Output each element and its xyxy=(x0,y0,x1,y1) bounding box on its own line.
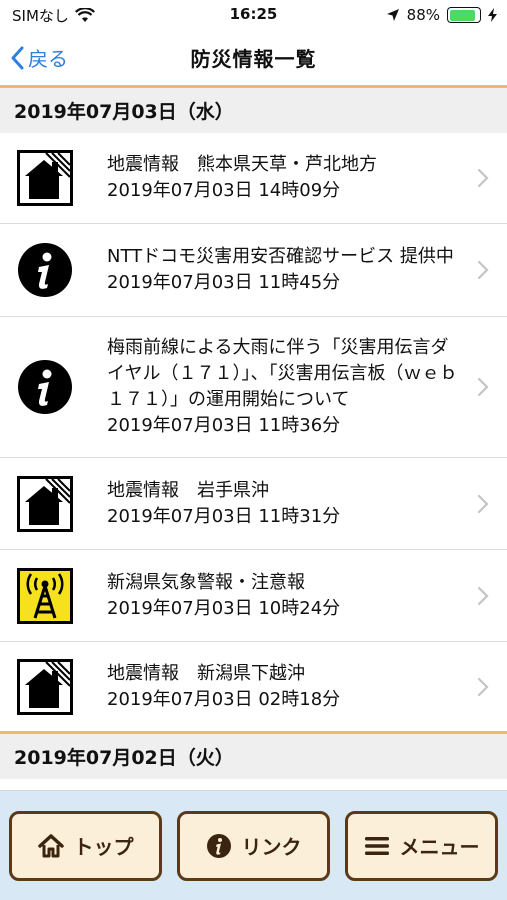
chevron-right-icon xyxy=(477,260,489,280)
list-item-text: 新潟県気象警報・注意報 2019年07月03日 10時24分 xyxy=(107,570,507,622)
house-earthquake-icon xyxy=(17,658,73,715)
list-item[interactable]: 地震情報 新潟県下越沖 2019年07月03日 02時18分 xyxy=(0,642,507,734)
item-title: 地震情報 熊本県天草・芦北地方 xyxy=(107,154,377,175)
list-item-text: NTTドコモ災害用安否確認サービス 提供中 2019年07月03日 11時45分 xyxy=(107,244,507,296)
menu-button-label: メニュー xyxy=(399,835,480,859)
battery-fill xyxy=(449,9,476,21)
hamburger-menu-icon xyxy=(364,836,389,855)
list-item-text: 地震情報 岩手県沖 2019年07月03日 11時31分 xyxy=(107,478,507,530)
chevron-right-icon xyxy=(477,377,489,397)
item-title: 地震情報 新潟県下越沖 xyxy=(107,662,305,684)
chevron-right-icon xyxy=(477,494,489,513)
location-arrow-icon xyxy=(386,9,399,21)
info-icon xyxy=(206,833,231,858)
info-icon xyxy=(17,242,73,298)
wifi-icon xyxy=(74,7,95,22)
item-timestamp: 2019年07月03日 10時24分 xyxy=(107,597,341,619)
bottom-toolbar: トップ リンク メニュー xyxy=(0,790,507,900)
list-item-text: 梅雨前線による大雨に伴う「災害用伝言ダイヤル（１７１）」、「災害用伝言板（ｗｅｂ… xyxy=(107,335,507,439)
home-icon xyxy=(37,833,64,857)
link-button[interactable]: リンク xyxy=(177,810,330,881)
item-title: 地震情報 岩手県沖 xyxy=(107,479,269,501)
item-timestamp: 2019年07月03日 11時45分 xyxy=(107,272,341,293)
house-earthquake-icon xyxy=(17,475,73,532)
item-timestamp: 2019年07月03日 11時36分 xyxy=(107,415,341,436)
section-header-date: 2019年07月02日（火） xyxy=(0,734,507,779)
list-item[interactable]: 新潟県気象警報・注意報 2019年07月03日 10時24分 xyxy=(0,550,507,642)
back-label: 戻る xyxy=(28,47,68,71)
info-icon xyxy=(17,359,73,415)
chevron-right-icon xyxy=(477,586,489,605)
section-header-date: 2019年07月03日（水） xyxy=(0,88,507,133)
charging-bolt-icon xyxy=(488,8,497,22)
menu-button[interactable]: メニュー xyxy=(345,810,498,881)
top-button-label: トップ xyxy=(73,835,134,859)
list-item-text: 地震情報 新潟県下越沖 2019年07月03日 02時18分 xyxy=(107,661,507,713)
house-earthquake-icon xyxy=(17,150,73,206)
item-title: 新潟県気象警報・注意報 xyxy=(107,571,305,593)
carrier-label: SIMなし xyxy=(12,6,69,25)
item-timestamp: 2019年07月03日 11時31分 xyxy=(107,505,341,527)
battery-percent: 88% xyxy=(406,6,440,24)
chevron-left-icon xyxy=(11,46,24,69)
nav-bar: 戻る 防災情報一覧 xyxy=(0,30,507,88)
item-title: NTTドコモ災害用安否確認サービス 提供中 xyxy=(107,246,454,267)
list-item[interactable]: 地震情報 熊本県天草・芦北地方 2019年07月03日 14時09分 xyxy=(0,133,507,224)
item-timestamp: 2019年07月03日 14時09分 xyxy=(107,180,341,201)
broadcast-tower-icon xyxy=(17,567,73,624)
list-item[interactable]: 地震情報 岩手県沖 2019年07月03日 11時31分 xyxy=(0,458,507,550)
battery-icon xyxy=(447,7,481,23)
chevron-right-icon xyxy=(477,677,489,696)
status-right: 88% xyxy=(386,6,497,24)
item-timestamp: 2019年07月03日 02時18分 xyxy=(107,688,341,710)
list-item-text: 地震情報 熊本県天草・芦北地方 2019年07月03日 14時09分 xyxy=(107,152,507,204)
back-button[interactable]: 戻る xyxy=(10,30,68,85)
chevron-right-icon xyxy=(477,168,489,188)
item-title: 梅雨前線による大雨に伴う「災害用伝言ダイヤル（１７１）」、「災害用伝言板（ｗｅｂ… xyxy=(107,337,458,410)
link-button-label: リンク xyxy=(241,835,302,859)
list-item[interactable]: 梅雨前線による大雨に伴う「災害用伝言ダイヤル（１７１）」、「災害用伝言板（ｗｅｂ… xyxy=(0,317,507,458)
page-title: 防災情報一覧 xyxy=(190,47,317,71)
status-left: SIMなし xyxy=(12,5,95,26)
top-button[interactable]: トップ xyxy=(9,810,162,881)
status-bar: SIMなし 16:25 88% xyxy=(0,0,507,30)
list-item[interactable]: NTTドコモ災害用安否確認サービス 提供中 2019年07月03日 11時45分 xyxy=(0,224,507,317)
